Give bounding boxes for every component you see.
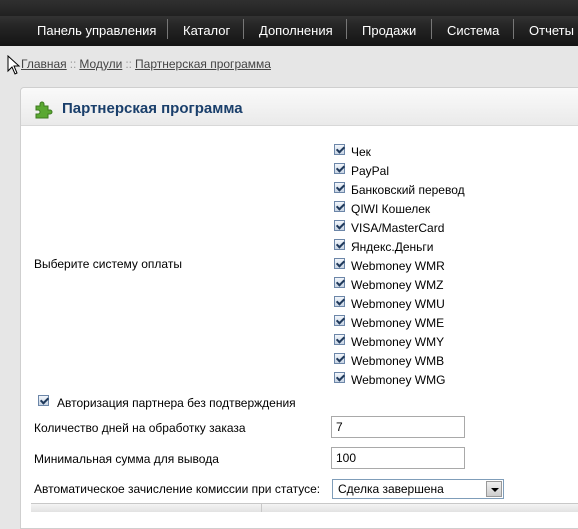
order-status-select[interactable]: Сделка завершена bbox=[332, 479, 504, 499]
payment-checkbox[interactable] bbox=[334, 163, 345, 174]
breadcrumb-separator: :: bbox=[69, 57, 77, 71]
payment-checkbox[interactable] bbox=[334, 353, 345, 364]
payment-checkbox-label: Webmoney WMR bbox=[351, 259, 445, 273]
chevron-down-icon[interactable] bbox=[486, 481, 502, 497]
payment-checkbox[interactable] bbox=[334, 144, 345, 155]
payment-checkbox[interactable] bbox=[334, 277, 345, 288]
payment-checkbox-label: Webmoney WMU bbox=[351, 297, 445, 311]
processing-days-input[interactable] bbox=[331, 416, 465, 438]
payment-checkbox-label: Яндекс.Деньги bbox=[351, 240, 434, 254]
nav-separator bbox=[167, 19, 168, 39]
nav-item-system[interactable]: Система bbox=[447, 0, 499, 46]
order-status-value: Сделка завершена bbox=[338, 482, 444, 496]
top-nav: Панель управления Каталог Дополнения Про… bbox=[0, 0, 578, 46]
auto-approve-label: Авторизация партнера без подтверждения bbox=[57, 396, 296, 410]
payment-checkbox-label: Webmoney WMB bbox=[351, 354, 445, 368]
payment-checkbox-label: QIWI Кошелек bbox=[351, 202, 431, 216]
breadcrumb-separator: :: bbox=[125, 57, 133, 71]
breadcrumb-affiliate-link[interactable]: Партнерская программа bbox=[135, 57, 271, 71]
payment-checkbox[interactable] bbox=[334, 334, 345, 345]
page-title: Партнерская программа bbox=[62, 100, 243, 117]
payment-checkbox[interactable] bbox=[334, 182, 345, 193]
nav-separator bbox=[431, 19, 432, 39]
breadcrumb-modules-link[interactable]: Модули bbox=[79, 57, 122, 71]
min-withdrawal-input[interactable] bbox=[331, 447, 465, 469]
payment-checkbox[interactable] bbox=[334, 296, 345, 307]
payment-checkbox-label: Webmoney WMG bbox=[351, 373, 446, 387]
auto-approve-checkbox[interactable] bbox=[38, 395, 49, 406]
nav-item-extensions[interactable]: Дополнения bbox=[259, 0, 333, 46]
payment-checkbox[interactable] bbox=[334, 239, 345, 250]
min-withdrawal-label: Минимальная сумма для вывода bbox=[34, 452, 219, 466]
nav-item-catalog[interactable]: Каталог bbox=[183, 0, 230, 46]
mouse-cursor-icon bbox=[7, 55, 21, 75]
processing-days-label: Количество дней на обработку заказа bbox=[34, 421, 246, 435]
payment-checkbox-label: Webmoney WMY bbox=[351, 335, 445, 349]
payment-system-label: Выберите систему оплаты bbox=[34, 257, 182, 271]
nav-item-reports[interactable]: Отчеты bbox=[529, 0, 574, 46]
nav-separator bbox=[513, 19, 514, 39]
payment-checkbox-label: VISA/MasterCard bbox=[351, 221, 445, 235]
payment-checkbox-label: Банковский перевод bbox=[351, 183, 465, 197]
payment-checkbox[interactable] bbox=[334, 315, 345, 326]
payment-checkbox-label: PayPal bbox=[351, 164, 390, 178]
payment-checkbox[interactable] bbox=[334, 372, 345, 383]
auto-commission-label: Автоматическое зачисление комиссии при с… bbox=[34, 482, 321, 496]
breadcrumb: Главная:: Модули:: Партнерская программа bbox=[21, 57, 271, 71]
payment-checkbox[interactable] bbox=[334, 201, 345, 212]
nav-separator bbox=[346, 19, 347, 39]
payment-checkbox-label: Чек bbox=[351, 145, 371, 159]
nav-item-sales[interactable]: Продажи bbox=[362, 0, 416, 46]
payment-checkbox-label: Webmoney WMZ bbox=[351, 278, 444, 292]
puzzle-piece-icon bbox=[35, 101, 53, 119]
nav-separator bbox=[243, 19, 244, 39]
payment-checkbox-label: Webmoney WME bbox=[351, 316, 445, 330]
payment-checkbox[interactable] bbox=[334, 220, 345, 231]
nav-item-dashboard[interactable]: Панель управления bbox=[37, 0, 156, 46]
breadcrumb-home-link[interactable]: Главная bbox=[21, 57, 67, 71]
panel-header: Партнерская программа bbox=[21, 88, 578, 126]
payment-checkbox[interactable] bbox=[334, 258, 345, 269]
